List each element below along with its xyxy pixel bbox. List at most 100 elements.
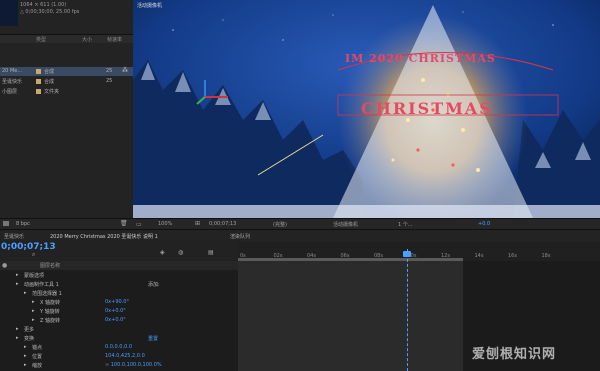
- bit-depth-button[interactable]: 8 bpc: [16, 221, 30, 227]
- label-color-swatch[interactable]: [36, 89, 41, 94]
- property-value[interactable]: 104.0,425.2,0.0: [105, 353, 145, 359]
- interpret-footage-icon[interactable]: [3, 221, 9, 226]
- property-row[interactable]: ▸ X 轴旋转 0x+90.0°: [0, 298, 238, 307]
- eye-icon[interactable]: ●: [2, 262, 7, 269]
- property-row[interactable]: ▸ 锚点 0.0,0.0,0.0: [0, 343, 238, 352]
- camera-dropdown[interactable]: 活动摄像机: [333, 221, 358, 228]
- layer-name-header[interactable]: 图层名称: [40, 262, 60, 269]
- project-panel: 1064 × 611 (1.00) △ 0;00;30;00, 25.00 fp…: [0, 0, 133, 218]
- viewer-timecode[interactable]: 0;00;07;13: [209, 221, 236, 227]
- layer-track[interactable]: [238, 261, 463, 371]
- project-item-type: 合成: [44, 79, 55, 85]
- tab-active-comp[interactable]: 2020 Merry Christmas 2020 圣诞快乐 说明 1: [50, 233, 158, 240]
- draft-3d-icon[interactable]: ◈: [160, 249, 165, 256]
- project-item[interactable]: 20 Me... 合成 25 ⁂: [0, 67, 133, 76]
- property-extra[interactable]: 重置: [148, 335, 158, 342]
- graph-editor-icon[interactable]: ▤: [208, 249, 214, 256]
- project-item-type: 合成: [44, 69, 55, 75]
- property-row[interactable]: ▸ 蒙版选项: [0, 271, 238, 280]
- project-item[interactable]: 圣诞快乐 合成 25: [0, 77, 133, 86]
- property-value[interactable]: 0x+90.0°: [105, 299, 129, 305]
- composition-viewer[interactable]: IM 2020 CHRISTMAS CHRISTMAS: [133, 0, 600, 218]
- twirl-down-icon[interactable]: ▸: [24, 290, 27, 296]
- property-value[interactable]: ∞ 100.0,100.0,100.0%: [105, 362, 162, 368]
- svg-text:CHRISTMAS: CHRISTMAS: [361, 99, 493, 118]
- twirl-down-icon[interactable]: ▸: [24, 353, 27, 359]
- project-item[interactable]: 小图层 文件夹: [0, 87, 133, 96]
- property-row[interactable]: ▸ 位置 104.0,425.2,0.0: [0, 352, 238, 361]
- project-footer: 8 bpc 🗑: [0, 218, 133, 229]
- twirl-down-icon[interactable]: ▸: [16, 326, 19, 332]
- watermark: 爱刨根知识网: [472, 347, 557, 362]
- twirl-down-icon[interactable]: ▸: [32, 299, 35, 305]
- property-label: 更多: [24, 327, 35, 333]
- property-value[interactable]: 0x+0.0°: [105, 308, 126, 314]
- column-size[interactable]: 大小: [82, 36, 92, 43]
- project-column-headers: 类型 大小 帧速率: [0, 34, 133, 43]
- property-row[interactable]: ▸ Y 轴旋转 0x+0.0°: [0, 307, 238, 316]
- property-label: Y 轴旋转: [40, 309, 60, 315]
- always-preview-icon[interactable]: ▭: [136, 221, 142, 228]
- twirl-down-icon[interactable]: ▸: [32, 308, 35, 314]
- svg-text:IM 2020 CHRISTMAS: IM 2020 CHRISTMAS: [345, 52, 496, 65]
- project-item-name: 小图层: [2, 89, 18, 95]
- current-time-indicator[interactable]: [407, 249, 409, 371]
- ruler-tick-label: 14s: [474, 253, 484, 259]
- column-frame-rate[interactable]: 帧速率: [107, 36, 122, 43]
- trash-icon[interactable]: 🗑: [120, 220, 128, 227]
- project-item-name: 20 Me...: [2, 68, 23, 74]
- viewer-toolbar: ▭ 100% ⊞ 0;00;07;13 (完整) 活动摄像机 1 个... +0…: [133, 218, 600, 229]
- property-label: Z 轴旋转: [40, 318, 61, 324]
- project-item-name: 圣诞快乐: [2, 79, 23, 85]
- property-row[interactable]: ▸ 动画制作工具 1 添加:: [0, 280, 238, 289]
- property-value[interactable]: 0x+0.0°: [105, 317, 126, 323]
- ruler-tick-label: 16s: [508, 253, 517, 259]
- twirl-down-icon[interactable]: ▸: [16, 335, 19, 341]
- property-row[interactable]: ▸ 缩放 ∞ 100.0,100.0,100.0%: [0, 361, 238, 370]
- motion-blur-icon[interactable]: ◍: [178, 249, 183, 256]
- property-label: 变换: [24, 336, 35, 342]
- property-label: 位置: [32, 354, 43, 360]
- playhead-handle[interactable]: [403, 251, 411, 257]
- property-row[interactable]: ▸ 更多: [0, 325, 238, 334]
- project-item-type: 文件夹: [44, 89, 60, 95]
- exposure-value[interactable]: +0.0: [478, 221, 490, 227]
- timeline-timecode[interactable]: 0;00;07;13: [1, 242, 56, 252]
- property-label: 缩放: [32, 363, 43, 369]
- property-row[interactable]: ▸ 范围选择器 1: [0, 289, 238, 298]
- property-label: 蒙版选项: [24, 273, 45, 279]
- property-label: 范围选择器 1: [32, 291, 62, 297]
- twirl-down-icon[interactable]: ▸: [24, 344, 27, 350]
- layer-header: ● 图层名称: [0, 261, 238, 270]
- property-label: 动画制作工具 1: [24, 282, 59, 288]
- label-color-swatch[interactable]: [36, 79, 41, 84]
- flowchart-icon[interactable]: ⁂: [122, 67, 128, 74]
- zoom-dropdown[interactable]: 100%: [158, 221, 172, 227]
- twirl-down-icon[interactable]: ▸: [32, 317, 35, 323]
- layer-panel: ● 图层名称 ▸ 蒙版选项 ▸ 动画制作工具 1 添加: ▸ 范围选择器 1 ▸ X 轴旋转 0x…: [0, 261, 238, 371]
- search-icon[interactable]: ⌕: [32, 251, 35, 259]
- property-row[interactable]: ▸ 变换 重置: [0, 334, 238, 343]
- property-label: 锚点: [32, 345, 43, 351]
- composition-frame: IM 2020 CHRISTMAS CHRISTMAS: [133, 0, 600, 218]
- property-value[interactable]: 0.0,0.0,0.0: [105, 344, 132, 350]
- project-info-size: 1064 × 611 (1.00): [20, 2, 67, 8]
- tab-comp[interactable]: 圣诞快乐: [4, 233, 24, 240]
- views-dropdown[interactable]: 1 个...: [398, 221, 413, 228]
- tab-render-queue[interactable]: 渲染队列: [230, 233, 250, 240]
- viewer-tab-label[interactable]: 活动摄像机: [137, 2, 162, 9]
- twirl-down-icon[interactable]: ▸: [16, 272, 19, 278]
- resolution-dropdown[interactable]: (完整): [273, 221, 287, 228]
- label-color-swatch[interactable]: [36, 69, 41, 74]
- project-thumbnail: [0, 0, 18, 26]
- ruler-tick-label: 18s: [541, 253, 551, 259]
- property-row[interactable]: ▸ Z 轴旋转 0x+0.0°: [0, 316, 238, 325]
- property-extra[interactable]: 添加:: [148, 281, 160, 288]
- property-label: X 轴旋转: [40, 300, 61, 306]
- project-info-duration: △ 0;00;30;00, 25.00 fps: [20, 9, 80, 15]
- twirl-down-icon[interactable]: ▸: [24, 362, 27, 368]
- camera-snapshot-icon[interactable]: ⊞: [195, 220, 200, 227]
- project-item-rate: 25: [106, 68, 113, 74]
- twirl-down-icon[interactable]: ▸: [16, 281, 19, 287]
- column-type[interactable]: 类型: [36, 36, 46, 43]
